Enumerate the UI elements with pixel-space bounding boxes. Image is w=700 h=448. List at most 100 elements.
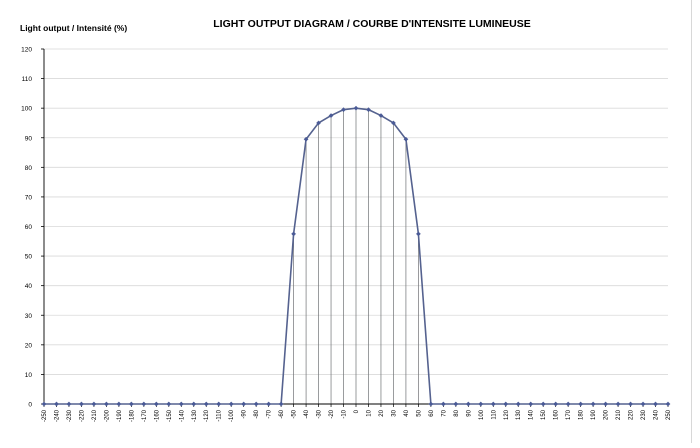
x-tick-label: -190 (117, 409, 123, 422)
x-tick-label: 120 (504, 409, 510, 420)
data-point (615, 401, 621, 407)
x-tick-label: 40 (404, 409, 410, 416)
x-tick-label: 130 (516, 409, 522, 420)
data-point (353, 105, 359, 111)
x-tick-label: 220 (629, 409, 635, 420)
x-tick-label: -140 (179, 409, 185, 422)
data-point (91, 401, 97, 407)
x-tick-label: 20 (379, 409, 385, 416)
data-point (440, 401, 446, 407)
x-tick-label: -240 (54, 409, 60, 422)
data-point (166, 401, 172, 407)
data-point (191, 401, 197, 407)
x-tick-label: 30 (391, 409, 397, 416)
data-point (253, 401, 259, 407)
x-tick-label: 230 (641, 409, 647, 420)
data-point (465, 401, 471, 407)
x-tick-label: -60 (279, 409, 285, 418)
data-point (178, 401, 184, 407)
x-tick-label: -130 (192, 409, 198, 422)
data-point (266, 401, 272, 407)
chart: LIGHT OUTPUT DIAGRAM / COURBE D'INTENSIT… (0, 0, 700, 443)
x-tick-label: 160 (554, 409, 560, 420)
x-tick-label: 140 (529, 409, 535, 420)
x-tick-label: 180 (579, 409, 585, 420)
y-tick-label: 110 (22, 76, 33, 83)
x-tick-label: -150 (167, 409, 173, 422)
x-tick-label: 100 (479, 409, 485, 420)
y-tick-label: 70 (25, 194, 33, 201)
chart-title: LIGHT OUTPUT DIAGRAM / COURBE D'INTENSIT… (213, 18, 531, 30)
x-tick-label: -210 (92, 409, 98, 422)
x-tick-label: -40 (304, 409, 310, 418)
data-point (141, 401, 147, 407)
x-tick-label: -100 (229, 409, 235, 422)
x-tick-label: -220 (79, 409, 85, 422)
y-tick-label: 30 (25, 313, 33, 320)
y-tick-label: 40 (25, 283, 33, 290)
data-point (653, 401, 658, 407)
y-tick-label: 0 (28, 402, 32, 409)
data-point (41, 401, 47, 407)
x-tick-label: 250 (666, 409, 672, 420)
data-point (203, 401, 209, 407)
x-tick-label: 70 (441, 409, 447, 416)
x-tick-label: -70 (267, 409, 273, 418)
data-point (590, 401, 596, 407)
data-point (553, 401, 559, 407)
x-tick-label: -30 (317, 409, 323, 418)
x-tick-label: 0 (354, 409, 360, 413)
y-tick-labels: 0 10 20 30 40 50 60 70 80 90 100 110 120 (21, 47, 32, 409)
data-point (628, 401, 633, 407)
data-point (153, 401, 159, 407)
data-point (116, 401, 122, 407)
data-point (640, 401, 646, 407)
x-tick-label: 60 (429, 409, 435, 416)
x-tick-label: -170 (142, 409, 148, 422)
y-tick-label: 120 (21, 47, 32, 54)
y-tick-label: 90 (25, 135, 33, 142)
x-tick-label: 170 (566, 409, 572, 420)
x-tick-label: 240 (654, 409, 660, 420)
y-tick-label: 60 (25, 224, 33, 231)
x-tick-label: -120 (204, 409, 210, 422)
x-tick-label: 50 (416, 409, 422, 416)
x-tick-label: 80 (454, 409, 460, 416)
x-tick-label: 90 (466, 409, 472, 416)
data-point (540, 401, 546, 407)
data-point (490, 401, 496, 407)
data-point (54, 401, 59, 407)
x-tick-label: 210 (616, 409, 622, 420)
data-point (216, 401, 222, 407)
data-point (278, 401, 284, 407)
x-tick-label: -10 (342, 409, 348, 418)
data-point (603, 401, 609, 407)
x-tick-label: 200 (604, 409, 610, 420)
x-tick-label: -90 (242, 409, 248, 418)
data-point (478, 401, 484, 407)
x-tick-labels: -250 -240 -230 -220 -210 -200 -190 -180 -170 -160… (42, 409, 672, 422)
y-axis-title: Light output / Intensité (%) (20, 23, 127, 33)
data-point (503, 401, 509, 407)
data-point (66, 401, 72, 407)
chart-svg: LIGHT OUTPUT DIAGRAM / COURBE D'INTENSIT… (20, 18, 672, 422)
data-point (241, 401, 247, 407)
x-tick-label: -80 (254, 409, 260, 418)
y-tick-label: 100 (21, 106, 32, 113)
data-point (228, 401, 234, 407)
data-point (291, 231, 297, 237)
data-point (528, 401, 534, 407)
data-point (578, 401, 584, 407)
x-tick-label: -180 (129, 409, 135, 422)
y-tick-label: 50 (25, 254, 33, 261)
data-point (103, 401, 109, 407)
data-point (515, 401, 521, 407)
x-tick-label: -250 (42, 409, 48, 422)
data-point (128, 401, 134, 407)
data-point (565, 401, 571, 407)
data-point (665, 401, 671, 407)
axes (41, 48, 669, 407)
x-tick-label: 190 (591, 409, 597, 420)
x-tick-label: -200 (104, 409, 110, 422)
x-tick-label: -230 (67, 409, 73, 422)
